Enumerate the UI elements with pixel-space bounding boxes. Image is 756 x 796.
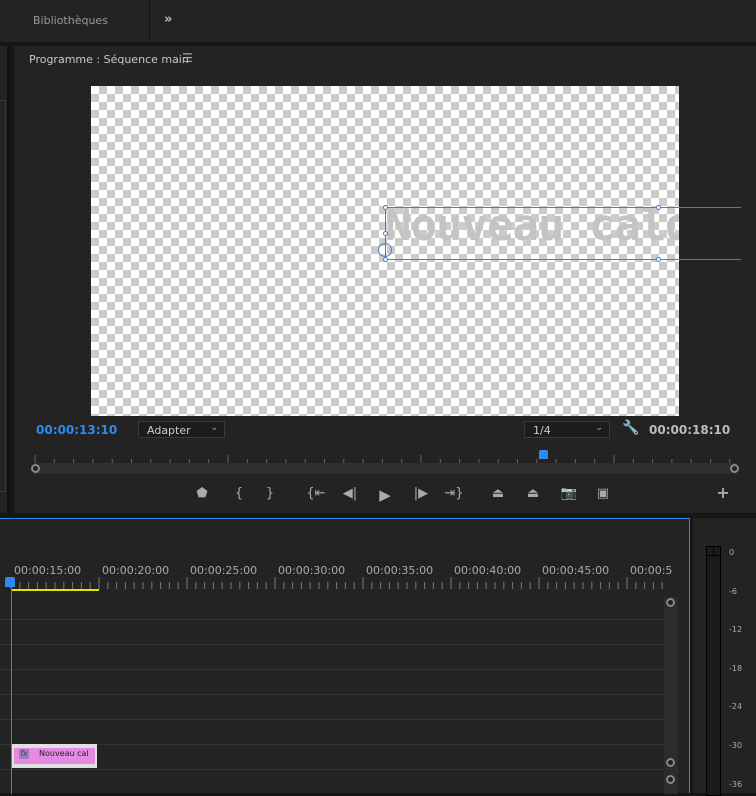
compare-view-icon[interactable]: ▣ [592, 486, 614, 501]
meter-label: 0 [729, 548, 735, 557]
panel-tab-bar: Bibliothèques » [0, 0, 756, 42]
extract-icon[interactable]: ⏏ [522, 486, 544, 501]
scroll-handle[interactable] [666, 775, 675, 784]
scroll-handle-left[interactable] [31, 464, 40, 473]
meter-peak [707, 555, 720, 556]
duration-timecode: 00:00:18:10 [649, 423, 731, 437]
go-to-out-icon[interactable]: ⇥} [443, 486, 465, 501]
current-timecode[interactable]: 00:00:13:10 [36, 423, 117, 437]
clip-label: Nouveau cal [39, 749, 89, 758]
resize-handle[interactable] [383, 231, 388, 236]
chevron-down-icon: ⌄ [210, 423, 218, 433]
timeline-clip[interactable]: fx Nouveau cal [12, 744, 97, 768]
time-label: 00:00:20:00 [102, 564, 170, 577]
camera-icon[interactable]: 📷 [558, 486, 580, 501]
plus-icon[interactable]: + [712, 483, 734, 502]
fit-select[interactable]: Adapter ⌄ [138, 421, 225, 438]
time-label: 00:00:5 [630, 564, 673, 577]
resize-handle[interactable] [383, 257, 388, 262]
meter-label: -18 [729, 663, 743, 673]
tab-libraries[interactable]: Bibliothèques [0, 0, 150, 42]
time-label: 00:00:15:00 [14, 564, 82, 577]
vertical-scrollbar[interactable] [664, 597, 678, 794]
meter-label: -36 [729, 779, 743, 789]
marker-icon[interactable]: ⬟ [191, 486, 213, 501]
left-panel-border [0, 100, 6, 492]
resolution-select[interactable]: 1/4 ⌄ [524, 421, 610, 438]
work-area-bar[interactable] [12, 589, 99, 591]
time-label: 00:00:45:00 [542, 564, 610, 577]
track-divider [0, 694, 666, 695]
playhead[interactable] [539, 450, 548, 459]
chevron-down-icon: ⌄ [595, 423, 603, 433]
meter-label: -30 [729, 741, 743, 750]
timeline-playhead[interactable] [5, 577, 15, 587]
time-label: 00:00:35:00 [366, 564, 434, 577]
step-forward-icon[interactable]: |▶ [410, 486, 432, 501]
track-divider [0, 644, 666, 645]
track-divider [0, 744, 666, 745]
anchor-point-icon[interactable] [378, 243, 392, 257]
resize-handle[interactable] [656, 257, 661, 262]
mark-out-icon[interactable]: } [259, 486, 281, 501]
meter-divider [713, 547, 714, 555]
mark-in-icon[interactable]: { [228, 486, 250, 501]
scroll-handle-top[interactable] [666, 598, 675, 607]
lift-icon[interactable]: ⏏ [487, 486, 509, 501]
play-icon[interactable]: ▶ [374, 486, 396, 504]
meter-label: -12 [729, 625, 743, 635]
time-label: 00:00:25:00 [190, 564, 258, 577]
track-divider [0, 769, 666, 770]
meter-label: -6 [729, 586, 737, 596]
resize-handle[interactable] [656, 205, 661, 210]
track-divider [0, 719, 666, 720]
resize-handle[interactable] [383, 205, 388, 210]
more-panels-icon[interactable]: » [164, 12, 172, 27]
track-divider [0, 619, 666, 620]
step-back-icon[interactable]: ◀| [339, 486, 361, 501]
mini-time-ruler[interactable] [33, 455, 737, 463]
wrench-icon[interactable]: 🔧 [622, 420, 639, 436]
audio-meter [706, 546, 721, 796]
audio-meter-panel: 0 -6 -12 -18 -24 -30 -36 [693, 518, 756, 796]
time-label: 00:00:40:00 [454, 564, 522, 577]
clip-body: fx Nouveau cal [14, 748, 95, 764]
fit-select-value: Adapter [147, 424, 191, 437]
zoom-scrollbar[interactable] [31, 463, 739, 474]
timeline-panel: 00:00:15:00 00:00:20:00 00:00:25:00 00:0… [0, 518, 690, 794]
fx-badge: fx [19, 749, 29, 759]
selection-bottom-edge [385, 259, 741, 260]
title-text[interactable]: Nouveau calq [385, 204, 679, 248]
program-title: Programme : Séquence main [29, 53, 189, 66]
scroll-handle-right[interactable] [730, 464, 739, 473]
timeline-ruler[interactable] [0, 577, 666, 589]
hamburger-icon[interactable]: ☰ [182, 51, 193, 65]
meter-label: -24 [729, 702, 743, 712]
program-monitor: Programme : Séquence main ☰ Nouveau calq… [14, 46, 756, 513]
track-divider [0, 669, 666, 670]
go-to-in-icon[interactable]: {⇤ [305, 486, 327, 501]
time-label: 00:00:30:00 [278, 564, 346, 577]
resolution-select-value: 1/4 [533, 424, 551, 437]
selection-top-edge [385, 207, 741, 208]
scroll-handle-bottom[interactable] [666, 758, 675, 767]
